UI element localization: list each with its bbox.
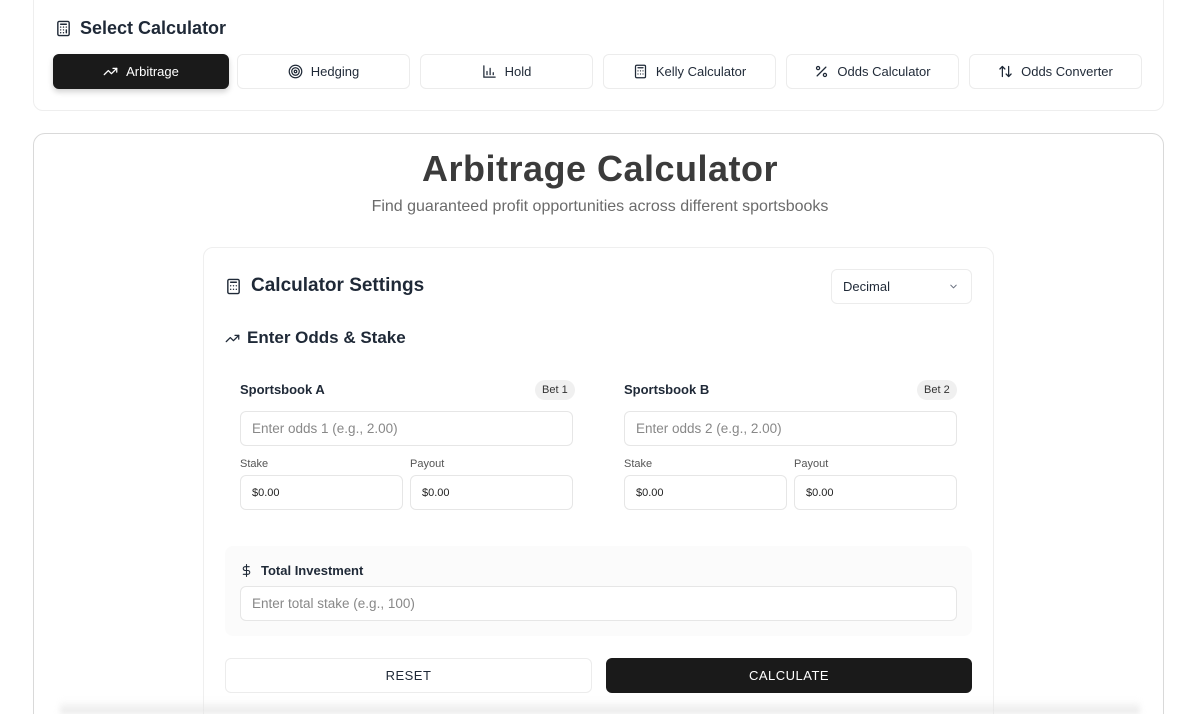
bet-2-badge: Bet 2	[917, 380, 957, 400]
tab-hedging[interactable]: Hedging	[237, 54, 410, 89]
total-investment-title: Total Investment	[261, 562, 364, 578]
tab-arbitrage[interactable]: Arbitrage	[53, 54, 229, 89]
selector-title: Select Calculator	[80, 17, 227, 38]
odds-1-input[interactable]	[240, 411, 573, 446]
tab-kelly-calculator[interactable]: Kelly Calculator	[603, 54, 776, 89]
dollar-icon	[242, 563, 251, 577]
odds-stake-title: Enter Odds & Stake	[247, 328, 406, 347]
target-icon	[288, 64, 303, 79]
payout-2-field[interactable]	[794, 475, 957, 510]
settings-heading: Calculator Settings	[225, 273, 424, 299]
tab-label: Hold	[504, 64, 532, 79]
page-title: Arbitrage Calculator	[421, 148, 779, 189]
sportsbook-a-label: Sportsbook A	[240, 382, 325, 397]
selector-heading: Select Calculator	[55, 16, 226, 40]
settings-title: Calculator Settings	[251, 275, 425, 296]
payout-1-field[interactable]	[410, 475, 573, 510]
tab-odds-calculator[interactable]: Odds Calculator	[786, 54, 959, 89]
odds-2-input[interactable]	[624, 411, 957, 446]
reset-button[interactable]: RESET	[225, 658, 592, 693]
odds-stake-heading: Enter Odds & Stake	[225, 326, 406, 350]
stake-1-label: Stake	[240, 458, 269, 470]
bar-chart-icon	[482, 65, 496, 78]
tab-label: Hedging	[310, 64, 360, 79]
odds-format-select[interactable]: Decimal	[831, 269, 972, 304]
tab-hold[interactable]: Hold	[420, 54, 593, 89]
stake-2-label: Stake	[624, 458, 653, 470]
sportsbook-b-label: Sportsbook B	[624, 382, 710, 397]
tab-odds-converter[interactable]: Odds Converter	[969, 54, 1142, 89]
stake-2-field[interactable]	[624, 475, 787, 510]
payout-1-label: Payout	[410, 458, 445, 470]
bet-1-badge: Bet 1	[535, 380, 575, 400]
total-investment-input[interactable]	[240, 586, 957, 621]
percent-icon	[816, 65, 828, 78]
trending-up-icon	[225, 334, 240, 342]
stake-1-field[interactable]	[240, 475, 403, 510]
calculator-icon	[634, 64, 646, 79]
chevron-down-icon	[950, 284, 957, 289]
trending-up-icon	[103, 67, 118, 76]
calculate-button[interactable]: CALCULATE	[606, 658, 972, 693]
total-investment-heading: Total Investment	[240, 561, 363, 579]
page-subtitle: Find guaranteed profit opportunities acr…	[371, 198, 829, 215]
tab-label: Odds Calculator	[837, 64, 931, 79]
odds-format-value: Decimal	[843, 279, 890, 294]
payout-2-label: Payout	[794, 458, 829, 470]
tab-label: Odds Converter	[1021, 64, 1113, 79]
tab-label: Kelly Calculator	[655, 64, 747, 79]
calculator-icon	[57, 20, 70, 36]
arrow-up-down-icon	[999, 65, 1012, 78]
tab-label: Arbitrage	[126, 64, 179, 79]
calculator-icon	[227, 278, 240, 294]
